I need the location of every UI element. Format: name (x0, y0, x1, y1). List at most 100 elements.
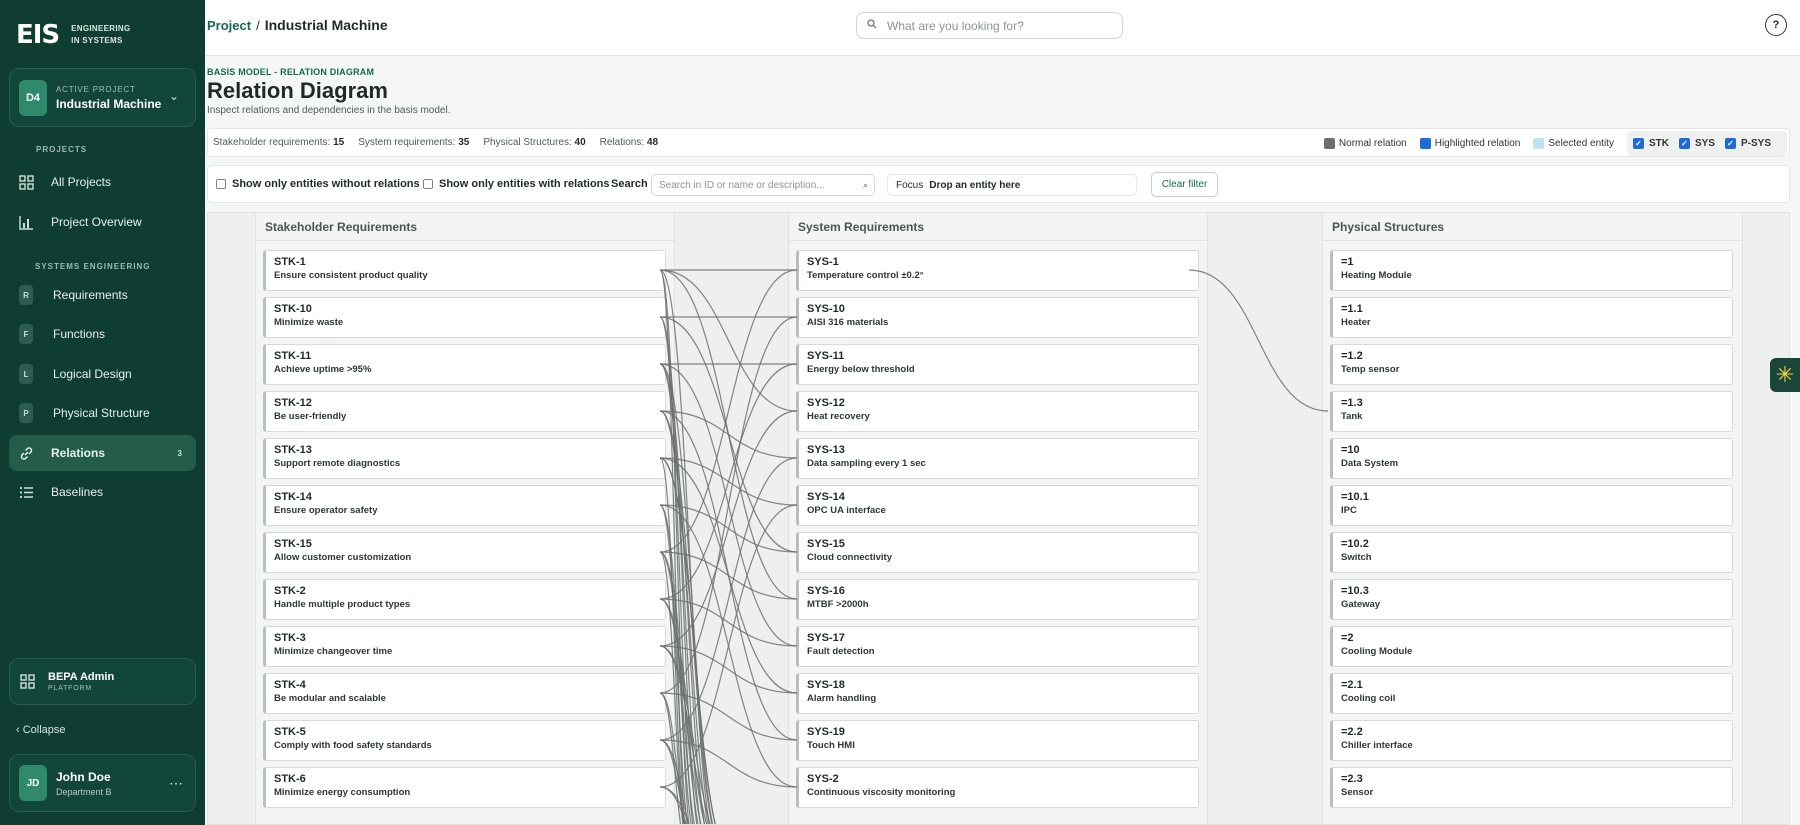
ps-card[interactable]: =10.2 Switch (1330, 532, 1733, 573)
stk-card[interactable]: STK-12 Be user-friendly (263, 391, 666, 432)
focus-label: Focus (896, 179, 924, 191)
ps-card[interactable]: =2.3 Sensor (1330, 767, 1733, 808)
ps-card[interactable]: =1.3 Tank (1330, 391, 1733, 432)
sidebar-item-physical-structure[interactable]: P Physical Structure (9, 395, 196, 431)
ps-card[interactable]: =1 Heating Module (1330, 250, 1733, 291)
focus-drop-zone[interactable]: Focus Drop an entity here (887, 174, 1137, 196)
checkbox[interactable] (216, 179, 226, 189)
column-stakeholder: Stakeholder Requirements STK-1 Ensure con… (255, 213, 675, 824)
clear-filter-button[interactable]: Clear filter (1151, 172, 1218, 197)
normal-swatch (1323, 138, 1335, 149)
stk-card[interactable]: STK-6 Minimize energy consumption (263, 767, 666, 808)
active-project-card[interactable]: D4 ACTIVE PROJECT Industrial Machine ⌄ (9, 68, 196, 127)
ps-card[interactable]: =2.1 Cooling coil (1330, 673, 1733, 714)
toggle-sys[interactable]: ✓ SYS (1678, 138, 1715, 149)
entity-name: Be modular and scalable (274, 693, 386, 704)
toggle-stk[interactable]: ✓ STK (1632, 138, 1669, 149)
sys-card[interactable]: SYS-13 Data sampling every 1 sec (796, 438, 1199, 479)
stk-card[interactable]: STK-13 Support remote diagnostics (263, 438, 666, 479)
breadcrumb-root[interactable]: Project (207, 18, 251, 33)
stk-card[interactable]: STK-10 Minimize waste (263, 297, 666, 338)
entity-name: IPC (1341, 505, 1357, 516)
toggle-label: STK (1648, 138, 1669, 149)
ps-card[interactable]: =1.1 Heater (1330, 297, 1733, 338)
entity-name: Continuous viscosity monitoring (807, 787, 956, 798)
legend-label: Normal relation (1338, 138, 1407, 149)
entity-name: Ensure consistent product quality (274, 270, 428, 281)
ps-card[interactable]: =1.2 Temp sensor (1330, 344, 1733, 385)
entity-name: Cooling Module (1341, 646, 1413, 657)
stk-card[interactable]: STK-4 Be modular and scalable (263, 673, 666, 714)
sidebar-item-logical-design[interactable]: L Logical Design (9, 356, 196, 392)
collapse-button[interactable]: ‹ Collapse (16, 724, 66, 736)
entity-id: STK-14 (274, 491, 312, 503)
stk-card[interactable]: STK-15 Allow customer customization (263, 532, 666, 573)
sys-card[interactable]: SYS-19 Touch HMI (796, 720, 1199, 761)
sys-card[interactable]: SYS-17 Fault detection (796, 626, 1199, 667)
sys-card[interactable]: SYS-11 Energy below threshold (796, 344, 1199, 385)
filter-without-relations[interactable]: Show only entities without relations (216, 178, 420, 190)
sidebar-item-all-projects[interactable]: All Projects (9, 164, 196, 200)
stk-card[interactable]: STK-5 Comply with food safety standards (263, 720, 666, 761)
entity-id: =1.1 (1341, 303, 1363, 315)
breadcrumb-current: Industrial Machine (264, 17, 388, 33)
stk-card[interactable]: STK-11 Achieve uptime >95% (263, 344, 666, 385)
user-card[interactable]: JD John Doe Department B ⋯ (9, 754, 196, 812)
ps-card[interactable]: =10.1 IPC (1330, 485, 1733, 526)
more-options-icon[interactable]: ⋯ (169, 775, 183, 792)
checkbox-checked-icon: ✓ (1724, 138, 1736, 149)
entity-id: =1 (1341, 256, 1354, 268)
stk-card[interactable]: STK-3 Minimize changeover time (263, 626, 666, 667)
ps-card[interactable]: =2 Cooling Module (1330, 626, 1733, 667)
sidebar-item-relations[interactable]: Relations 3 (9, 435, 196, 471)
toggle-p-sys[interactable]: ✓ P-SYS (1724, 138, 1771, 149)
sys-card[interactable]: SYS-10 AISI 316 materials (796, 297, 1199, 338)
relation-line (659, 269, 798, 600)
link-icon (17, 444, 35, 462)
sidebar-item-project-overview[interactable]: Project Overview (9, 204, 196, 240)
chevron-down-icon[interactable]: ⌄ (169, 89, 179, 103)
sys-card[interactable]: SYS-12 Heat recovery (796, 391, 1199, 432)
stk-card[interactable]: STK-2 Handle multiple product types (263, 579, 666, 620)
stats-bar: Stakeholder requirements: 15 System requ… (207, 128, 1790, 157)
admin-platform-card[interactable]: BEPA Admin PLATFORM (9, 658, 196, 705)
brand-logo[interactable]: EIS ENGINEERING IN SYSTEMS (16, 20, 130, 50)
logo-line-1: ENGINEERING (71, 24, 131, 33)
entity-id: SYS-15 (807, 538, 845, 550)
entity-id: SYS-14 (807, 491, 845, 503)
sys-card[interactable]: SYS-14 OPC UA interface (796, 485, 1199, 526)
relation-diagram[interactable]: Stakeholder Requirements STK-1 Ensure con… (207, 212, 1790, 825)
ps-card[interactable]: =2.2 Chiller interface (1330, 720, 1733, 761)
sidebar-item-baselines[interactable]: Baselines (9, 474, 196, 510)
filter-with-relations[interactable]: Show only entities with relations (423, 178, 610, 190)
page-title: Relation Diagram (207, 78, 388, 103)
sidebar-item-functions[interactable]: F Functions (9, 316, 196, 352)
ps-card[interactable]: =10 Data System (1330, 438, 1733, 479)
search-icon (867, 19, 877, 32)
assistant-icon[interactable]: ✳ (1770, 358, 1800, 392)
legend: Normal relation Highlighted relation Sel… (1323, 129, 1789, 158)
entity-id: =1.3 (1341, 397, 1363, 409)
stk-card[interactable]: STK-14 Ensure operator safety (263, 485, 666, 526)
entity-id: SYS-19 (807, 726, 845, 738)
relation-line (659, 692, 798, 741)
sys-card[interactable]: SYS-1 Temperature control ±0.2° (796, 250, 1199, 291)
sys-card[interactable]: SYS-2 Continuous viscosity monitoring (796, 767, 1199, 808)
entity-name: Cloud connectivity (807, 552, 892, 563)
sys-card[interactable]: SYS-18 Alarm handling (796, 673, 1199, 714)
sidebar-item-label: Baselines (51, 485, 104, 499)
column-physical: Physical Structures =1 Heating Module =1.1… (1322, 213, 1743, 824)
page-description: Inspect relations and dependencies in th… (207, 105, 451, 116)
admin-sub: PLATFORM (48, 685, 92, 692)
ps-card[interactable]: =10.3 Gateway (1330, 579, 1733, 620)
help-icon[interactable]: ? (1765, 14, 1787, 36)
sys-card[interactable]: SYS-15 Cloud connectivity (796, 532, 1199, 573)
entity-id: SYS-11 (807, 350, 845, 362)
checkbox[interactable] (423, 179, 433, 189)
sys-card[interactable]: SYS-16 MTBF >2000h (796, 579, 1199, 620)
filter-label: Show only entities without relations (232, 178, 420, 190)
stk-card[interactable]: STK-1 Ensure consistent product quality (263, 250, 666, 291)
sidebar-item-requirements[interactable]: R Requirements (9, 277, 196, 313)
global-search-input[interactable]: What are you looking for? (856, 12, 1123, 39)
diagram-search-input[interactable]: Search in ID or name or description... ⌕ (651, 174, 875, 196)
